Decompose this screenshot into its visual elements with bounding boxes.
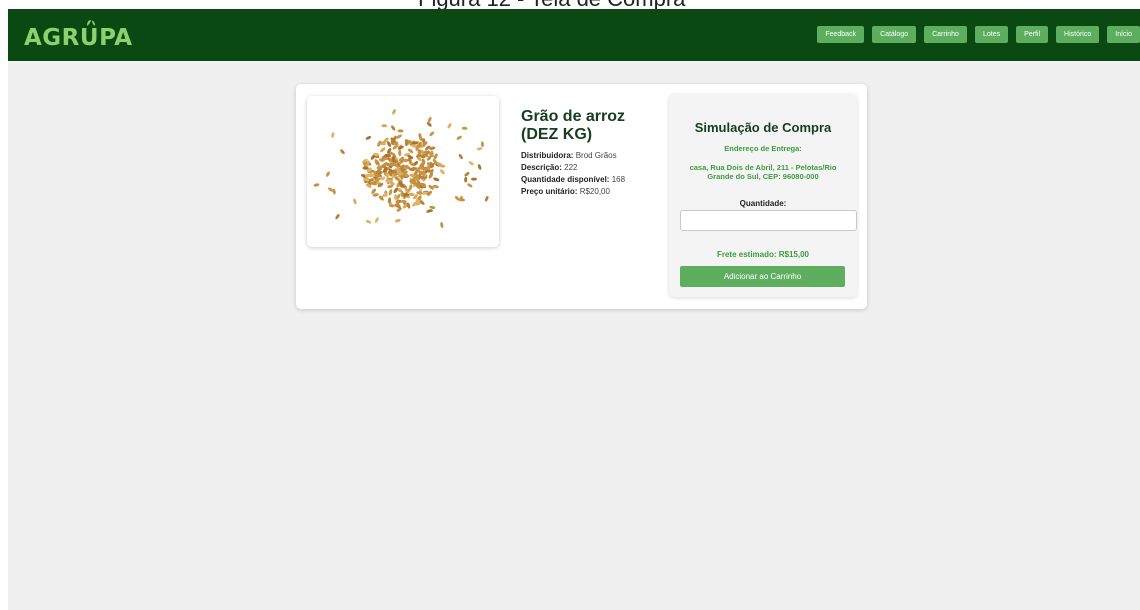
rice-grain — [335, 213, 340, 220]
rice-grain — [392, 109, 396, 115]
nav-inicio-button[interactable]: Início — [1107, 26, 1140, 43]
purchase-simulation-panel: Simulação de Compra Endereço de Entrega:… — [669, 94, 857, 297]
distribuidora-row: Distribuidora: Brod Grãos — [521, 150, 661, 162]
rice-grain — [429, 131, 435, 137]
nav-historico-button[interactable]: Histórico — [1056, 26, 1100, 43]
rice-grain — [458, 153, 463, 160]
descricao-row: Descrição: 222 — [521, 162, 661, 174]
shipping-estimate: Frete estimado: R$15,00 — [716, 250, 810, 259]
rice-grain — [461, 126, 468, 130]
rice-grain — [484, 195, 489, 202]
figure-caption: Figura 12 - Tela de Compra — [0, 0, 1140, 9]
quantity-input[interactable] — [680, 210, 857, 231]
rice-grain — [464, 176, 468, 183]
rice-grain — [440, 222, 444, 228]
rice-grain — [374, 217, 379, 223]
nav-carrinho-button[interactable]: Carrinho — [924, 26, 967, 43]
distribuidora-label: Distribuidora: — [521, 151, 574, 160]
quantity-label: Quantidade: — [739, 199, 787, 208]
rice-grain — [394, 219, 401, 223]
rice-grain — [381, 124, 388, 128]
leaf-icon — [87, 20, 95, 26]
rice-grain — [331, 131, 335, 138]
rice-grain — [408, 192, 415, 197]
figure-caption-text: Figura 12 - Tela de Compra — [418, 0, 685, 9]
quantidade-row: Quantidade disponível: 168 — [521, 174, 661, 186]
add-to-cart-button[interactable]: Adicionar ao Carrinho — [680, 266, 845, 287]
nav-lotes-button[interactable]: Lotes — [974, 26, 1009, 43]
rice-grain — [365, 135, 372, 140]
preco-row: Preço unitário: R$20,00 — [521, 186, 661, 198]
product-image — [313, 109, 489, 228]
rice-grain — [433, 177, 440, 182]
distribuidora-value: Brod Grãos — [575, 151, 617, 160]
rice-grain — [340, 149, 345, 155]
address-label: Endereço de Entrega: — [724, 144, 802, 153]
preco-label: Preço unitário: — [521, 187, 578, 196]
rice-grain — [447, 123, 452, 129]
rice-grain — [325, 171, 330, 177]
rice-grain — [380, 147, 386, 153]
rice-grain — [467, 183, 473, 188]
rice-grain — [427, 116, 432, 123]
product-info: Grão de arroz (DEZ KG) Distribuidora: Br… — [521, 108, 661, 198]
rice-grain — [362, 166, 369, 170]
product-card: Grão de arroz (DEZ KG) Distribuidora: Br… — [296, 84, 867, 309]
simulation-title: Simulação de Compra — [694, 120, 832, 135]
quantidade-label: Quantidade disponível: — [521, 175, 610, 184]
rice-grain — [332, 188, 336, 195]
nav-perfil-button[interactable]: Perfil — [1016, 26, 1049, 43]
rice-grain — [471, 177, 477, 181]
rice-grain — [476, 147, 483, 151]
browser-viewport: AGRUPA Feedback Catálogo Carrinho Lotes … — [8, 9, 1140, 610]
nav-feedback-button[interactable]: Feedback — [817, 26, 865, 43]
rice-grain — [385, 179, 392, 183]
quantidade-value: 168 — [611, 175, 626, 184]
rice-grain — [480, 141, 484, 148]
rice-grain — [429, 205, 436, 209]
rice-grain — [397, 129, 404, 133]
rice-grain — [477, 164, 482, 170]
rice-grain — [391, 125, 396, 131]
rice-grain — [313, 183, 320, 187]
product-image-card — [307, 96, 499, 247]
rice-grain — [365, 219, 372, 224]
rice-grain — [353, 198, 357, 205]
logo[interactable]: AGRUPA — [24, 25, 133, 51]
rice-grain — [439, 169, 445, 175]
nav-catalogo-button[interactable]: Catálogo — [872, 26, 917, 43]
rice-grain — [468, 161, 474, 166]
top-navbar: AGRUPA Feedback Catálogo Carrinho Lotes … — [8, 9, 1140, 61]
rice-grain — [464, 172, 470, 177]
preco-value: R$20,00 — [579, 187, 610, 196]
descricao-value: 222 — [564, 163, 578, 172]
nav-menu: Feedback Catálogo Carrinho Lotes Perfil … — [809, 26, 1140, 43]
rice-grain — [456, 135, 462, 140]
product-title: Grão de arroz (DEZ KG) — [521, 108, 626, 143]
rice-grain — [388, 189, 393, 196]
address-text: casa, Rua Dois de Abril, 211 - Pelotas/R… — [689, 163, 837, 181]
rice-grain — [398, 149, 402, 157]
descricao-label: Descrição: — [521, 163, 562, 172]
